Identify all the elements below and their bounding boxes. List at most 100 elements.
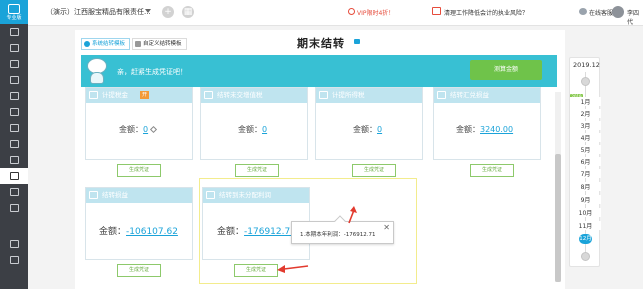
banner: 亲，赶紧生成凭证吧！ 测算金额 [81, 55, 557, 87]
card-title: 结转未交增值税 [217, 91, 263, 99]
month-11[interactable]: 11月 [570, 221, 601, 230]
banner-message: 亲，赶紧生成凭证吧！ [117, 68, 187, 76]
edit-icon[interactable] [150, 125, 158, 134]
card-tax-accrual: 计提税金 开 金额：0 [85, 87, 193, 160]
timeline-up-icon[interactable] [581, 77, 590, 86]
period-close-icon [9, 172, 19, 180]
service-icon [579, 8, 587, 15]
amount-row: 金额：0 [238, 124, 267, 135]
period-timeline: 2019.12 2019 1月 2月 3月 4月 5月 6月 7月 8月 9月 … [569, 57, 601, 267]
month-5[interactable]: 5月 [570, 145, 601, 154]
crown-icon [348, 8, 355, 15]
annotation-arrow-up [348, 206, 357, 224]
nav-assets[interactable] [0, 120, 28, 136]
assets-icon [9, 124, 19, 132]
nav-help[interactable] [0, 236, 28, 252]
vip-promo-link[interactable]: VIP限时4折！ [357, 8, 394, 17]
salary-icon [9, 140, 19, 148]
nav-cash[interactable] [0, 104, 28, 120]
nav-more[interactable] [0, 252, 28, 268]
nav-period-close[interactable] [0, 168, 28, 184]
grid-icon[interactable]: ▦ [182, 6, 194, 18]
amount-value[interactable]: 3240.00 [480, 125, 513, 134]
month-10[interactable]: 10月 [570, 208, 601, 217]
nav-tools[interactable] [0, 200, 28, 216]
month-3[interactable]: 3月 [570, 121, 601, 130]
left-nav-rail: 专业版 [0, 0, 28, 289]
tab-label: 自定义结转模板 [143, 41, 182, 47]
generate-voucher-button[interactable]: 生成凭证 [352, 164, 396, 177]
status-badge[interactable]: 开 [140, 91, 149, 99]
generate-voucher-button[interactable]: 生成凭证 [470, 164, 514, 177]
nav-dashboard[interactable] [0, 24, 28, 40]
amount-row: 金额：0 [353, 124, 382, 135]
timeline-down-icon[interactable] [581, 252, 590, 261]
generate-voucher-button[interactable]: 生成凭证 [117, 164, 161, 177]
card-title: 结转到未分配利润 [219, 191, 271, 199]
month-4[interactable]: 4月 [570, 133, 601, 142]
chart-icon [9, 60, 19, 68]
amount-value[interactable]: 0 [377, 125, 382, 134]
transfer-icon [206, 191, 215, 199]
brand-logo[interactable]: 专业版 [0, 0, 28, 24]
chevron-down-icon[interactable] [145, 9, 151, 13]
tab-system-template[interactable]: 系统结转模板 [81, 38, 131, 50]
avatar[interactable] [612, 6, 624, 18]
nav-settings[interactable] [0, 184, 28, 200]
risk-icon [432, 7, 441, 15]
month-8[interactable]: 8月 [570, 182, 601, 191]
amount-row: 金额：-106107.62 [99, 224, 178, 237]
ledger-icon [9, 76, 19, 84]
nav-voucher[interactable] [0, 40, 28, 56]
month-12-current[interactable]: 12月 [579, 234, 592, 244]
transfer-icon [204, 91, 213, 99]
card-profit-loss-transfer: 结转损益 金额：-106107.62 [85, 187, 193, 260]
amount-label: 金额： [353, 125, 377, 134]
nav-tax[interactable] [0, 152, 28, 168]
amount-value[interactable]: -176912.71 [244, 227, 296, 237]
dashboard-icon [9, 28, 19, 36]
amount-value[interactable]: 0 [262, 125, 267, 134]
brand-name: 专业版 [6, 14, 22, 21]
amount-value[interactable]: 0 [143, 125, 148, 134]
card-income-tax: 计提所得税 金额：0 [315, 87, 423, 160]
transfer-icon [89, 191, 98, 199]
template-icon [135, 41, 142, 47]
month-6[interactable]: 6月 [570, 157, 601, 166]
amount-row: 金额：-176912.71 [217, 224, 296, 237]
company-selector[interactable]: （演示）江西服宝精品有限责任... [46, 7, 151, 17]
mascot-image [86, 56, 108, 85]
video-icon[interactable] [354, 39, 360, 44]
page-title: 期末结转 [297, 37, 345, 50]
nav-ledger[interactable] [0, 72, 28, 88]
tab-custom-template[interactable]: 自定义结转模板 [132, 38, 187, 50]
online-service-link[interactable]: 在线客服 [589, 8, 613, 17]
generate-voucher-button[interactable]: 生成凭证 [234, 264, 278, 277]
profit-detail-popup: 1.本期本年利润：-176912.71 ✕ [291, 215, 394, 244]
nav-salary[interactable] [0, 136, 28, 152]
user-name[interactable]: 李四代 [627, 8, 643, 26]
month-1[interactable]: 1月 [570, 97, 601, 106]
settings-icon [9, 188, 19, 196]
generate-voucher-button[interactable]: 生成凭证 [117, 264, 161, 277]
card-unpaid-vat: 结转未交增值税 金额：0 [200, 87, 308, 160]
amount-label: 金额： [119, 125, 143, 134]
calculate-amount-button[interactable]: 测算金额 [470, 60, 542, 80]
risk-check-link[interactable]: 清理工作降低会计的执业风险？ [444, 8, 528, 17]
plus-icon[interactable]: + [162, 6, 174, 18]
scrollbar-thumb[interactable] [555, 154, 561, 282]
generate-voucher-button[interactable]: 生成凭证 [235, 164, 279, 177]
vertical-scrollbar[interactable] [555, 92, 561, 282]
close-icon[interactable]: ✕ [383, 223, 390, 232]
amount-label: 金额： [99, 227, 127, 237]
more-icon [9, 256, 19, 264]
amount-label: 金额： [217, 227, 245, 237]
amount-value[interactable]: -106107.62 [126, 227, 178, 237]
month-9[interactable]: 9月 [570, 195, 601, 204]
nav-invoice[interactable] [0, 88, 28, 104]
month-2[interactable]: 2月 [570, 109, 601, 118]
template-tabs: 系统结转模板 自定义结转模板 [81, 38, 189, 50]
nav-reports[interactable] [0, 56, 28, 72]
annotation-arrow-left [277, 265, 309, 273]
month-7[interactable]: 7月 [570, 169, 601, 178]
